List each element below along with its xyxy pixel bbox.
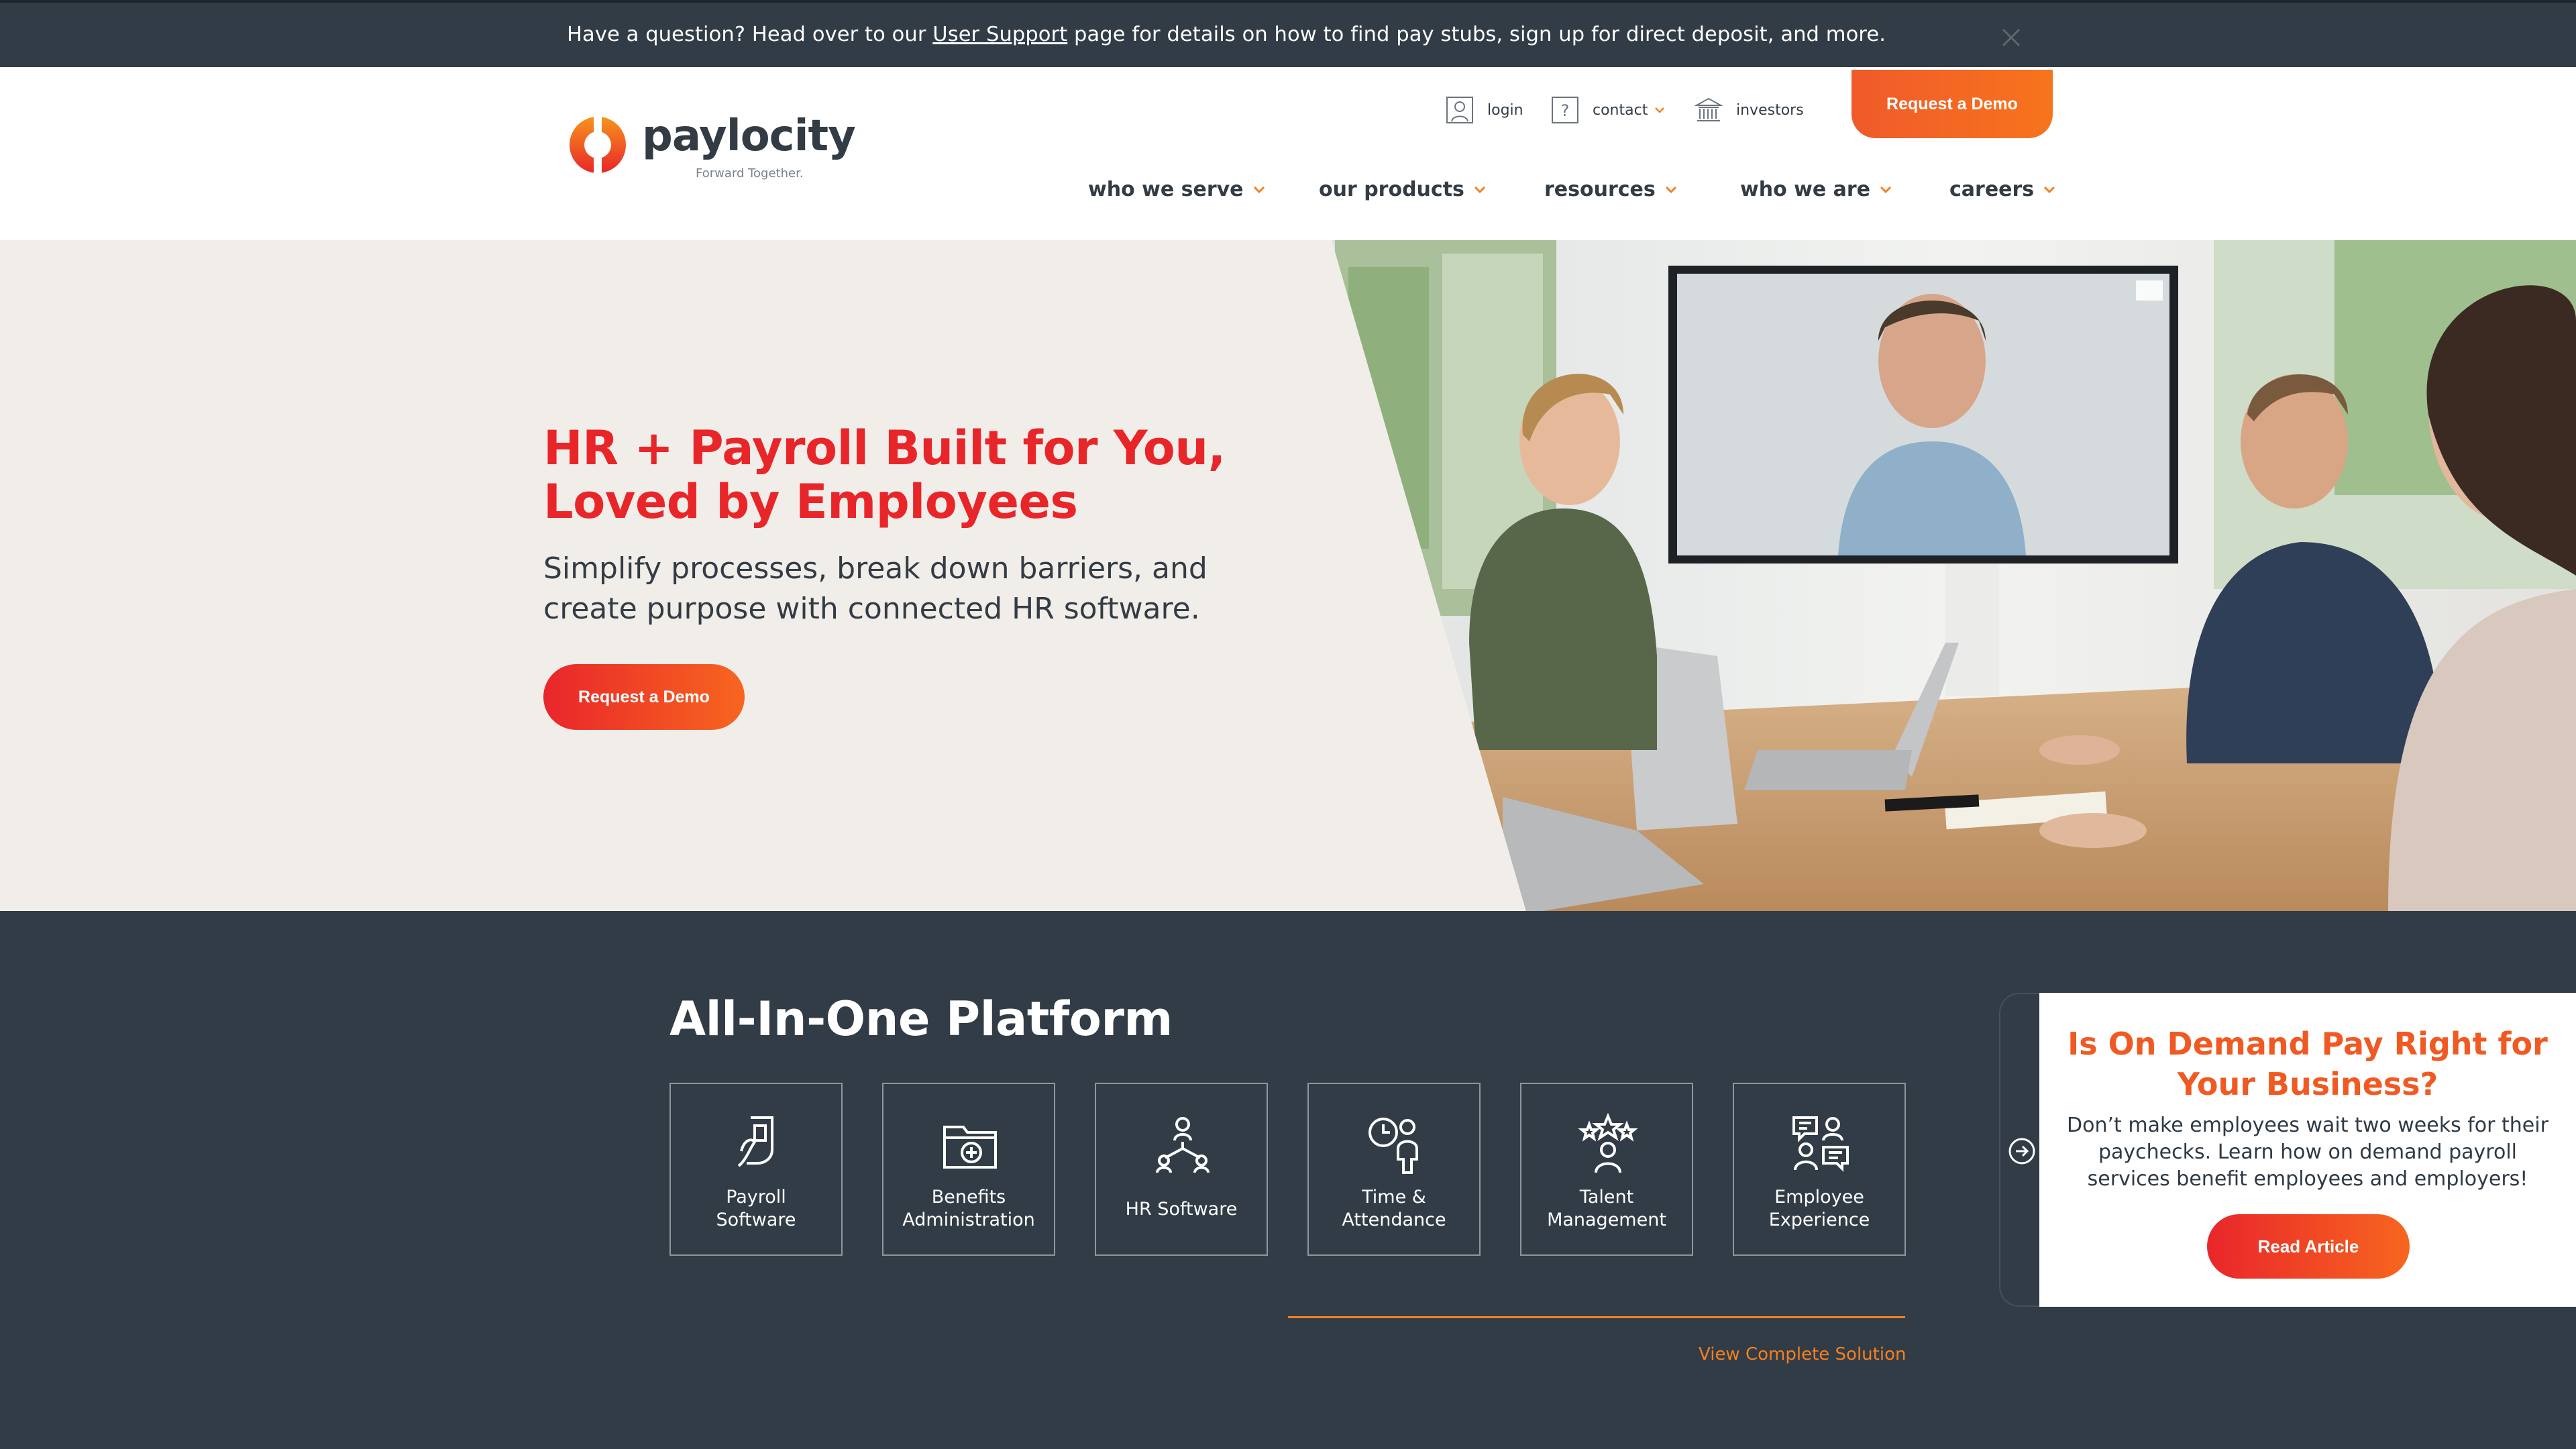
tile-label-line1: Benefits [931, 1187, 1006, 1208]
site-header: paylocity Forward Together. login ? cont… [0, 67, 2576, 240]
nav-who-we-serve[interactable]: who we serve [1088, 178, 1265, 201]
tile-label-line1: Payroll [726, 1187, 786, 1208]
tile-label-line1: HR Software [1125, 1199, 1238, 1220]
logo-wordmark: paylocity [642, 111, 856, 161]
tile-label-line2: Software [716, 1210, 796, 1230]
platform-title: All-In-One Platform [669, 991, 1173, 1046]
investors-label: investors [1736, 101, 1804, 119]
nav-resources[interactable]: resources [1544, 178, 1677, 201]
question-icon: ? [1552, 97, 1578, 123]
close-icon[interactable] [1999, 25, 2023, 50]
tile-benefits-administration[interactable]: Benefits Administration [882, 1083, 1055, 1256]
tile-label: Employee Experience [1741, 1186, 1898, 1232]
nav-label: who we serve [1088, 178, 1244, 201]
hero-section: HR + Payroll Built for You, Loved by Emp… [0, 240, 2576, 911]
nav-label: our products [1319, 178, 1464, 201]
tile-label-line1: Employee [1774, 1187, 1864, 1208]
nav-careers[interactable]: careers [1949, 178, 2055, 201]
hero-title: HR + Payroll Built for You, Loved by Emp… [543, 421, 1281, 529]
tile-label: Benefits Administration [890, 1186, 1047, 1232]
chevron-down-icon [1253, 186, 1265, 193]
chevron-down-icon [2044, 186, 2055, 193]
contact-label: contact [1593, 101, 1648, 119]
alert-text-end: page for details on how to find pay stub… [1067, 23, 1886, 46]
divider-line [1288, 1316, 1905, 1318]
talent-icon [1578, 1112, 1638, 1173]
tile-employee-experience[interactable]: Employee Experience [1733, 1083, 1906, 1256]
tile-label: Time & Attendance [1316, 1186, 1472, 1232]
paylocity-logo[interactable]: paylocity Forward Together. [567, 111, 856, 195]
product-tiles: Payroll Software Benefits Administration H… [669, 1083, 1907, 1256]
hr-org-icon [1156, 1117, 1210, 1173]
alert-text-start: Have a question? Head over to our [567, 23, 933, 46]
employee-chat-icon [1792, 1116, 1849, 1172]
tile-label: HR Software [1103, 1198, 1260, 1221]
contact-link[interactable]: ? contact [1551, 95, 1665, 125]
chevron-down-icon [1655, 107, 1665, 113]
logo-tagline: Forward Together. [696, 166, 804, 180]
user-support-link[interactable]: User Support [932, 23, 1067, 46]
login-label: login [1487, 101, 1523, 119]
promo-toggle-tab[interactable] [1999, 993, 2042, 1307]
nav-who-we-are[interactable]: who we are [1740, 178, 1892, 201]
payroll-icon [737, 1116, 773, 1167]
alert-message: Have a question? Head over to our User S… [567, 23, 1886, 46]
tile-time-attendance[interactable]: Time & Attendance [1307, 1083, 1481, 1256]
hero-title-line1: HR + Payroll Built for You, [543, 421, 1226, 476]
hero-subtitle: Simplify processes, break down barriers,… [543, 549, 1214, 629]
chevron-down-icon [1880, 186, 1892, 193]
nav-label: who we are [1740, 178, 1871, 201]
tile-hr-software[interactable]: HR Software [1095, 1083, 1268, 1256]
nav-label: resources [1544, 178, 1656, 201]
hero-subtitle-line2: create purpose with connected HR softwar… [543, 592, 1200, 626]
view-complete-solution-link[interactable]: View Complete Solution [1699, 1344, 1906, 1364]
alert-bar: Have a question? Head over to our User S… [0, 0, 2576, 67]
header-request-demo-button[interactable]: Request a Demo [1851, 70, 2053, 138]
logo-mark-icon [570, 114, 626, 176]
chevron-down-icon [1474, 186, 1485, 193]
tile-label: Talent Management [1528, 1186, 1685, 1232]
tile-label-line2: Administration [902, 1210, 1035, 1230]
investors-link[interactable]: investors [1695, 95, 1804, 125]
arrow-right-circle-icon[interactable] [2007, 1136, 2037, 1166]
promo-card: Is On Demand Pay Right for Your Business… [1999, 993, 2576, 1307]
bank-icon [1695, 97, 1723, 121]
promo-body: Is On Demand Pay Right for Your Business… [2039, 993, 2576, 1307]
tile-label-line2: Attendance [1342, 1210, 1446, 1230]
tile-label-line1: Time & [1362, 1187, 1426, 1208]
tile-payroll-software[interactable]: Payroll Software [669, 1083, 843, 1256]
hero-subtitle-line1: Simplify processes, break down barriers,… [543, 551, 1208, 586]
hero-title-line2: Loved by Employees [543, 474, 1078, 529]
tile-talent-management[interactable]: Talent Management [1520, 1083, 1693, 1256]
promo-title: Is On Demand Pay Right for Your Business… [2068, 1026, 2548, 1102]
hero-meeting-photo [1332, 240, 2576, 911]
login-link[interactable]: login [1446, 95, 1523, 125]
time-icon [1368, 1118, 1418, 1174]
benefits-icon [943, 1126, 997, 1169]
read-article-button[interactable]: Read Article [2207, 1214, 2410, 1279]
chevron-down-icon [1665, 186, 1676, 193]
tile-label-line1: Talent [1579, 1187, 1634, 1208]
tile-label: Payroll Software [678, 1186, 835, 1232]
hero-request-demo-button[interactable]: Request a Demo [543, 664, 745, 730]
nav-our-products[interactable]: our products [1319, 178, 1486, 201]
promo-text: Don’t make employees wait two weeks for … [2067, 1114, 2548, 1191]
nav-label: careers [1949, 178, 2035, 201]
user-icon [1446, 97, 1473, 123]
svg-text:?: ? [1561, 101, 1570, 120]
tile-label-line2: Management [1547, 1210, 1666, 1230]
tile-label-line2: Experience [1768, 1210, 1870, 1230]
